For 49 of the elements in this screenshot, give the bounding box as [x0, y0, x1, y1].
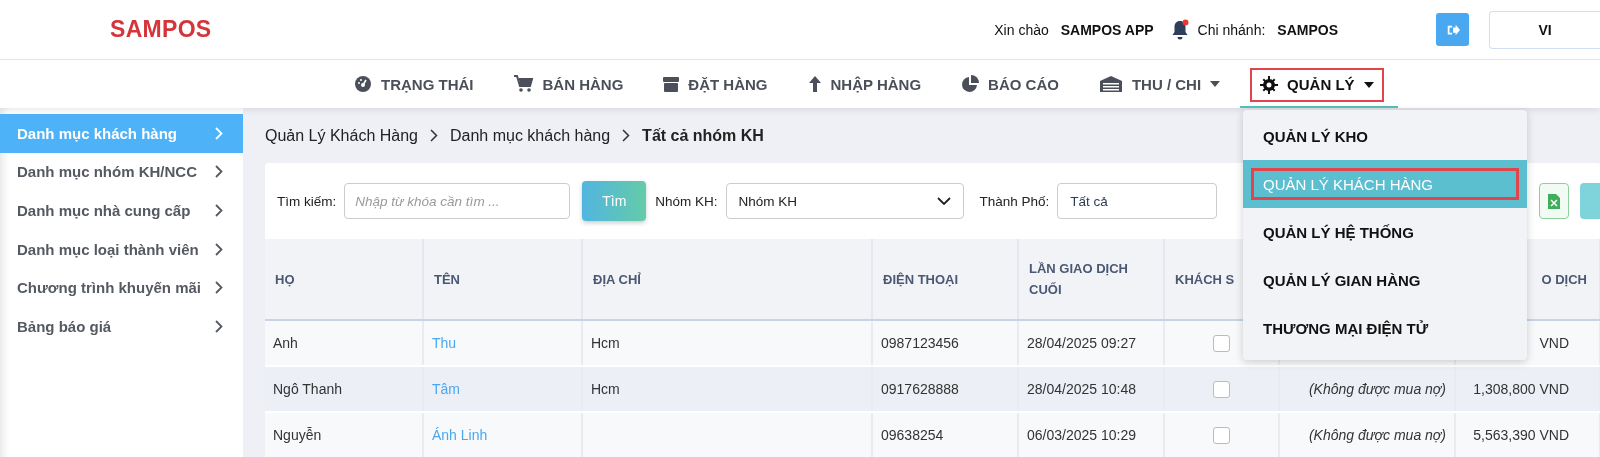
menu-tab[interactable]: THU / CHI	[1088, 67, 1231, 101]
column-header: HỌ	[265, 239, 423, 320]
column-header: LẦN GIAO DỊCH CUỐI	[1018, 239, 1164, 320]
search-label: Tìm kiếm:	[277, 193, 337, 209]
breadcrumb-item: Tất cả nhóm KH	[642, 126, 764, 145]
city-select[interactable]: Tất cả	[1057, 183, 1218, 219]
menu-tab[interactable]: ĐẶT HÀNG	[653, 67, 778, 101]
sidebar-item[interactable]: Danh mục nhóm KH/NCC	[0, 152, 243, 192]
table-cell: 28/04/2025 09:27	[1018, 320, 1164, 366]
table-cell: 5,563,390 VND	[1473, 427, 1569, 443]
table-cell: VND	[1539, 335, 1569, 351]
column-header: TÊN	[423, 239, 582, 320]
table-cell: 1,308,800 VND	[1473, 381, 1569, 397]
menu-tab[interactable]: QUẢN LÝ	[1250, 67, 1384, 102]
table-cell: Nguyễn	[265, 412, 423, 457]
user-name: SAMPOS APP	[1060, 21, 1154, 38]
language-select[interactable]: VI	[1489, 10, 1600, 49]
column-header: ĐỊA CHỈ	[582, 239, 872, 320]
table-cell: 06/03/2025 10:29	[1018, 412, 1164, 457]
city-label: Thành Phố:	[979, 193, 1050, 209]
sidebar-item[interactable]: Chương trình khuyến mãi	[0, 268, 243, 307]
menu-tab[interactable]: TRẠNG THÁI	[344, 67, 484, 101]
table-cell: (Không được mua nợ)	[1308, 427, 1446, 443]
sidebar-item[interactable]: Danh mục nhà cung cấp	[0, 191, 243, 230]
sidebar-item[interactable]: Danh mục loại thành viên	[0, 229, 243, 269]
table-cell: Hcm	[591, 335, 620, 351]
branch-name: SAMPOS	[1277, 21, 1338, 38]
breadcrumb-item[interactable]: Quản Lý Khách Hàng	[265, 126, 418, 145]
table-cell: Hcm	[591, 381, 620, 397]
table-cell: Anh	[265, 320, 423, 366]
group-select[interactable]: Nhóm KH	[725, 183, 964, 219]
table-cell: 28/04/2025 10:48	[1018, 366, 1164, 412]
column-header: ĐIỆN THOẠI	[872, 239, 1018, 320]
table-cell: Ngô Thanh	[265, 366, 423, 412]
search-field[interactable]: Nhập từ khóa cần tìm ...	[344, 183, 571, 219]
menu-tab[interactable]: BÁN HÀNG	[503, 67, 634, 101]
menu-tab[interactable]: BÁO CÁO	[951, 67, 1069, 101]
menu-item[interactable]: QUẢN LÝ KHO	[1243, 112, 1527, 160]
greeting-text: Xin chào	[994, 21, 1049, 38]
sidebar-item[interactable]: Bảng báo giá	[0, 306, 243, 346]
logo[interactable]: SAMPOS	[110, 16, 212, 43]
branch-label: Chi nhánh:	[1197, 21, 1266, 38]
group-label: Nhóm KH:	[655, 193, 718, 209]
table-cell: 0917628888	[872, 366, 1018, 412]
breadcrumb-item[interactable]: Danh mục khách hàng	[450, 126, 611, 145]
menu-tab[interactable]: NHẬP HÀNG	[797, 67, 932, 101]
table-cell: 0987123456	[872, 320, 1018, 366]
table-cell: 09638254	[872, 412, 1018, 457]
table-cell: (Không được mua nợ)	[1308, 381, 1446, 397]
